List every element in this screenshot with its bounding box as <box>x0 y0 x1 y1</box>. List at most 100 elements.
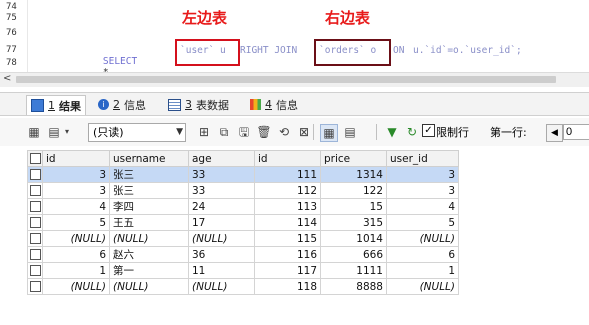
cell-username[interactable]: 第一 <box>109 262 189 279</box>
scroll-left-arrow-icon[interactable]: < <box>3 73 11 84</box>
row-checkbox[interactable] <box>27 262 43 279</box>
select-all-checkbox[interactable] <box>27 150 43 167</box>
column-header-price[interactable]: price <box>320 150 387 167</box>
export-grid-icon[interactable]: ▦ <box>26 124 42 140</box>
cell-price[interactable]: 15 <box>320 198 387 215</box>
cell-username[interactable]: 李四 <box>109 198 189 215</box>
cell-age[interactable]: 33 <box>188 182 255 199</box>
cell-order-id[interactable]: 111 <box>254 166 321 183</box>
cell-order-id[interactable]: 115 <box>254 230 321 247</box>
table-row[interactable]: 5 王五 17 114 315 5 <box>27 214 459 231</box>
cell-age[interactable]: 36 <box>188 246 255 263</box>
cell-age[interactable]: 24 <box>188 198 255 215</box>
table-row[interactable]: (NULL) (NULL) (NULL) 115 1014 (NULL) <box>27 230 459 247</box>
row-checkbox[interactable] <box>27 230 43 247</box>
cell-age[interactable]: 11 <box>188 262 255 279</box>
table-row[interactable]: 3 张三 33 112 122 3 <box>27 182 459 199</box>
grid-view-icon[interactable]: ▦ <box>320 124 338 142</box>
table-icon <box>168 98 181 111</box>
cell-order-id[interactable]: 112 <box>254 182 321 199</box>
duplicate-row-icon[interactable]: ⧉ <box>216 124 232 140</box>
chevron-down-icon[interactable]: ▾ <box>62 124 72 140</box>
sql-editor[interactable]: 74 75 76 77 78 左边表 右边表 SELECT * FROM `us… <box>0 0 589 89</box>
cell-id[interactable]: 6 <box>42 246 110 263</box>
cell-username[interactable]: (NULL) <box>109 230 189 247</box>
refresh-grid-icon[interactable]: ⟲ <box>276 124 292 140</box>
table-row[interactable]: 3 张三 33 111 1314 3 <box>27 166 459 183</box>
cell-username[interactable]: (NULL) <box>109 278 189 295</box>
cell-order-id[interactable]: 117 <box>254 262 321 279</box>
editor-horizontal-scrollbar[interactable]: < <box>0 72 589 87</box>
save-icon[interactable]: 🖫 <box>236 124 252 140</box>
cell-user-id[interactable]: (NULL) <box>386 278 459 295</box>
cell-price[interactable]: 1111 <box>320 262 387 279</box>
result-tabbar: 1 结果 i 2 信息 3 表数据 4 信息 <box>0 92 589 116</box>
cell-user-id[interactable]: 1 <box>386 262 459 279</box>
cell-user-id[interactable]: (NULL) <box>386 230 459 247</box>
column-header-order-id[interactable]: id <box>254 150 321 167</box>
read-only-select[interactable]: (只读) ▼ <box>88 123 186 142</box>
cell-id[interactable]: 4 <box>42 198 110 215</box>
cell-age[interactable]: 17 <box>188 214 255 231</box>
cell-price[interactable]: 8888 <box>320 278 387 295</box>
first-row-label: 第一行: <box>490 126 527 139</box>
tab-info[interactable]: i 2 信息 <box>98 96 146 113</box>
form-view-icon[interactable]: ▤ <box>342 124 358 140</box>
cell-id[interactable]: (NULL) <box>42 278 110 295</box>
filter-icon[interactable]: ▼ <box>384 124 400 140</box>
column-header-user-id[interactable]: user_id <box>386 150 459 167</box>
scrollbar-thumb[interactable] <box>16 76 556 83</box>
cell-price[interactable]: 122 <box>320 182 387 199</box>
row-checkbox[interactable] <box>27 166 43 183</box>
row-checkbox[interactable] <box>27 278 43 295</box>
cell-user-id[interactable]: 3 <box>386 182 459 199</box>
cell-price[interactable]: 666 <box>320 246 387 263</box>
cell-username[interactable]: 张三 <box>109 182 189 199</box>
gutter-divider <box>27 0 28 72</box>
cell-username[interactable]: 张三 <box>109 166 189 183</box>
tab-table-data[interactable]: 3 表数据 <box>168 96 229 113</box>
row-checkbox[interactable] <box>27 198 43 215</box>
cell-price[interactable]: 1014 <box>320 230 387 247</box>
cell-age[interactable]: (NULL) <box>188 230 255 247</box>
tab-info-2[interactable]: 4 信息 <box>250 96 298 113</box>
row-checkbox[interactable] <box>27 182 43 199</box>
column-header-username[interactable]: username <box>109 150 189 167</box>
cell-price[interactable]: 315 <box>320 214 387 231</box>
cell-order-id[interactable]: 118 <box>254 278 321 295</box>
previous-page-icon[interactable]: ◀ <box>546 124 563 142</box>
insert-row-icon[interactable]: ⊞ <box>196 124 212 140</box>
first-row-input[interactable] <box>563 124 589 140</box>
table-row[interactable]: 6 赵六 36 116 666 6 <box>27 246 459 263</box>
cell-id[interactable]: 5 <box>42 214 110 231</box>
cell-id[interactable]: 3 <box>42 182 110 199</box>
limit-rows-checkbox[interactable]: ✓ <box>422 124 435 137</box>
cell-user-id[interactable]: 4 <box>386 198 459 215</box>
cell-user-id[interactable]: 3 <box>386 166 459 183</box>
column-header-id[interactable]: id <box>42 150 110 167</box>
row-checkbox[interactable] <box>27 246 43 263</box>
refresh-icon[interactable]: ↻ <box>404 124 420 140</box>
delete-icon[interactable]: 🗑 <box>256 124 272 140</box>
tab-results[interactable]: 1 结果 <box>26 95 86 115</box>
table-row[interactable]: (NULL) (NULL) (NULL) 118 8888 (NULL) <box>27 278 459 295</box>
cell-order-id[interactable]: 116 <box>254 246 321 263</box>
cell-id[interactable]: 3 <box>42 166 110 183</box>
cell-id[interactable]: (NULL) <box>42 230 110 247</box>
cell-age[interactable]: (NULL) <box>188 278 255 295</box>
cell-username[interactable]: 王五 <box>109 214 189 231</box>
cell-price[interactable]: 1314 <box>320 166 387 183</box>
clear-icon[interactable]: ⊠ <box>296 124 312 140</box>
cell-id[interactable]: 1 <box>42 262 110 279</box>
cell-order-id[interactable]: 114 <box>254 214 321 231</box>
row-checkbox[interactable] <box>27 214 43 231</box>
cell-age[interactable]: 33 <box>188 166 255 183</box>
view-mode-icon[interactable]: ▤ <box>46 124 62 140</box>
table-row[interactable]: 1 第一 11 117 1111 1 <box>27 262 459 279</box>
cell-order-id[interactable]: 113 <box>254 198 321 215</box>
cell-user-id[interactable]: 6 <box>386 246 459 263</box>
cell-user-id[interactable]: 5 <box>386 214 459 231</box>
column-header-age[interactable]: age <box>188 150 255 167</box>
cell-username[interactable]: 赵六 <box>109 246 189 263</box>
table-row[interactable]: 4 李四 24 113 15 4 <box>27 198 459 215</box>
